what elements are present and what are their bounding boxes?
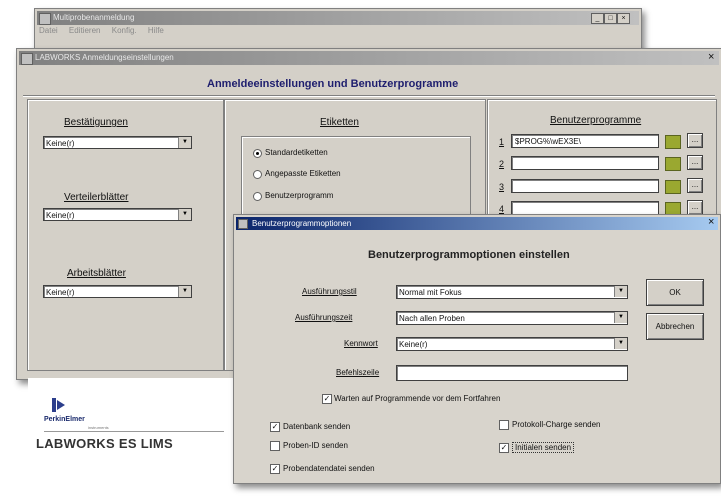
- folder-icon[interactable]: [665, 180, 681, 194]
- app-icon: [21, 53, 33, 65]
- probendatendatei-label[interactable]: Probendatendatei senden: [283, 464, 375, 473]
- verteiler-select[interactable]: Keine(r) ▼: [43, 208, 192, 221]
- options-heading: Benutzerprogrammoptionen einstellen: [368, 249, 570, 261]
- proben-id-checkbox[interactable]: [270, 441, 280, 451]
- product-name: LABWORKS ES LIMS: [36, 436, 173, 451]
- datenbank-checkbox[interactable]: ✓: [270, 422, 280, 432]
- ausfuehrungszeit-select[interactable]: Nach allen Proben ▼: [396, 311, 628, 325]
- befehlszeile-input[interactable]: [396, 365, 628, 381]
- more-button-2[interactable]: ...: [687, 155, 703, 170]
- program-path-input-3[interactable]: [511, 179, 659, 193]
- proben-id-label[interactable]: Proben-ID senden: [283, 441, 348, 450]
- app-icon: [39, 13, 51, 25]
- settings-window-title: LABWORKS Anmeldungseinstellungen: [35, 53, 174, 62]
- radio-standardetiketten[interactable]: [253, 149, 262, 158]
- folder-icon[interactable]: [665, 157, 681, 171]
- company-name: PerkinElmer: [44, 416, 85, 423]
- company-tagline: instruments: [88, 425, 109, 430]
- program-number-3: 3: [499, 182, 505, 192]
- program-number-1: 1: [499, 137, 505, 147]
- arbeits-select[interactable]: Keine(r) ▼: [43, 285, 192, 298]
- program-path-input-2[interactable]: [511, 156, 659, 170]
- menu-editieren[interactable]: Editieren: [69, 26, 101, 35]
- kennwort-select[interactable]: Keine(r) ▼: [396, 337, 628, 351]
- ausfuehrungszeit-value: Nach allen Proben: [399, 314, 465, 323]
- more-button-3[interactable]: ...: [687, 178, 703, 193]
- initialen-label[interactable]: Initialen senden: [512, 442, 575, 453]
- benutzerprogramm-label[interactable]: Benutzerprogramm: [265, 191, 333, 200]
- main-window-titlebar[interactable]: Multiprobenanmeldung: [37, 11, 639, 25]
- logo-divider: [44, 431, 224, 432]
- more-button-1[interactable]: ...: [687, 133, 703, 148]
- arbeits-value: Keine(r): [46, 288, 75, 297]
- bestaetigungen-value: Keine(r): [46, 139, 75, 148]
- radio-angepasste-etiketten[interactable]: [253, 170, 262, 179]
- heading-divider: [23, 95, 715, 97]
- probendatendatei-checkbox[interactable]: ✓: [270, 464, 280, 474]
- standardetiketten-label[interactable]: Standardetiketten: [265, 148, 328, 157]
- verteiler-value: Keine(r): [46, 211, 75, 220]
- protokoll-charge-label[interactable]: Protokoll-Charge senden: [512, 420, 601, 429]
- options-close-icon[interactable]: ×: [708, 216, 714, 228]
- minimize-icon[interactable]: _: [591, 13, 604, 24]
- menu-konfig[interactable]: Konfig.: [112, 26, 137, 35]
- arbeits-label: Arbeitsblätter: [67, 268, 126, 279]
- menu-datei[interactable]: Datei: [39, 26, 58, 35]
- ausfuehrungsstil-value: Normal mit Fokus: [399, 288, 462, 297]
- verteiler-label: Verteilerblätter: [64, 192, 129, 203]
- etiketten-label: Etiketten: [320, 117, 359, 128]
- ausfuehrungsstil-select[interactable]: Normal mit Fokus ▼: [396, 285, 628, 299]
- dropdown-arrow-icon[interactable]: ▼: [614, 338, 627, 349]
- wait-label[interactable]: Warten auf Programmende vor dem Fortfahr…: [334, 394, 500, 403]
- angepasste-etiketten-label[interactable]: Angepasste Etiketten: [265, 169, 341, 178]
- benutzerprogramme-label: Benutzerprogramme: [550, 115, 642, 126]
- folder-icon[interactable]: [665, 135, 681, 149]
- program-number-4: 4: [499, 204, 505, 214]
- options-dialog: Benutzerprogrammoptionen × Benutzerprogr…: [233, 214, 721, 484]
- options-dialog-title: Benutzerprogrammoptionen: [252, 219, 352, 228]
- bestaetigungen-label: Bestätigungen: [64, 117, 128, 128]
- kennwort-value: Keine(r): [399, 340, 428, 349]
- protokoll-charge-checkbox[interactable]: [499, 420, 509, 430]
- more-button-4[interactable]: ...: [687, 200, 703, 215]
- settings-close-icon[interactable]: ×: [708, 51, 714, 63]
- cancel-button[interactable]: Abbrechen: [646, 313, 704, 340]
- main-window-title: Multiprobenanmeldung: [53, 13, 135, 22]
- menu-hilfe[interactable]: Hilfe: [148, 26, 164, 35]
- program-path-input-1[interactable]: $PROG%\wEX3E\: [511, 134, 659, 148]
- dropdown-arrow-icon[interactable]: ▼: [614, 312, 627, 323]
- settings-heading: Anmeldeeinstellungen und Benutzerprogram…: [207, 78, 459, 90]
- ausfuehrungsstil-label: Ausführungsstil: [302, 287, 357, 296]
- dropdown-arrow-icon[interactable]: ▼: [178, 286, 191, 297]
- ok-button[interactable]: OK: [646, 279, 704, 306]
- dropdown-arrow-icon[interactable]: ▼: [178, 137, 191, 148]
- radio-benutzerprogramm[interactable]: [253, 192, 262, 201]
- kennwort-label: Kennwort: [344, 339, 378, 348]
- program-number-2: 2: [499, 159, 505, 169]
- settings-window-titlebar[interactable]: LABWORKS Anmeldungseinstellungen: [19, 51, 719, 65]
- dropdown-arrow-icon[interactable]: ▼: [614, 286, 627, 297]
- dropdown-arrow-icon[interactable]: ▼: [178, 209, 191, 220]
- datenbank-label[interactable]: Datenbank senden: [283, 422, 350, 431]
- menu-bar: Datei Editieren Konfig. Hilfe: [39, 26, 173, 38]
- wait-checkbox[interactable]: ✓: [322, 394, 332, 404]
- app-icon: [238, 219, 248, 229]
- program-path-input-4[interactable]: [511, 201, 659, 215]
- close-icon[interactable]: ×: [617, 13, 630, 24]
- logo-area: PerkinElmer instruments LABWORKS ES LIMS: [28, 378, 238, 468]
- maximize-icon[interactable]: □: [604, 13, 617, 24]
- bestaetigungen-select[interactable]: Keine(r) ▼: [43, 136, 192, 149]
- ausfuehrungszeit-label: Ausführungszeit: [295, 313, 353, 322]
- options-dialog-titlebar[interactable]: Benutzerprogrammoptionen: [236, 217, 718, 230]
- befehlszeile-label: Befehlszeile: [336, 368, 380, 377]
- perkinelmer-logo-icon: [52, 398, 65, 412]
- initialen-checkbox[interactable]: ✓: [499, 443, 509, 453]
